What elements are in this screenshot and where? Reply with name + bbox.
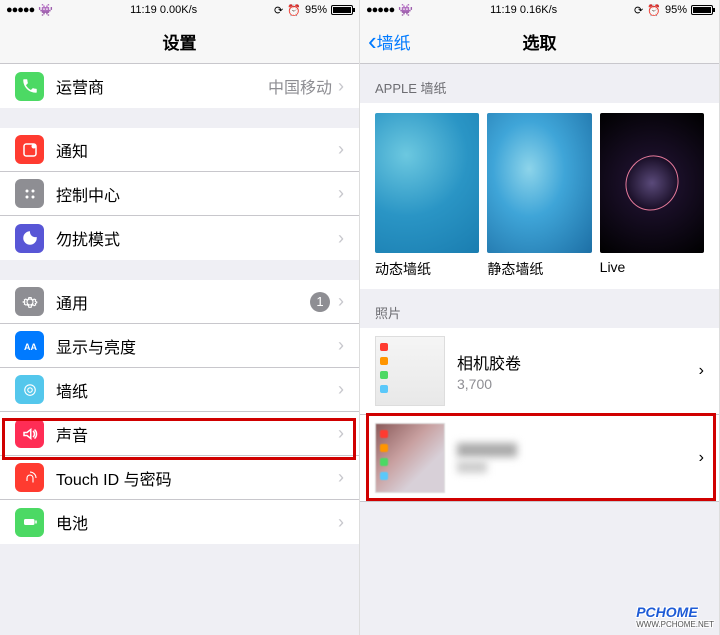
- signal-dots: ●●●●●: [366, 4, 394, 16]
- row-sound[interactable]: 声音 ›: [0, 412, 359, 456]
- chevron-right-icon: ›: [338, 335, 344, 356]
- camera-roll-title: 相机胶卷: [457, 350, 699, 374]
- moon-icon: [15, 224, 44, 253]
- row-display[interactable]: AA 显示与亮度 ›: [0, 324, 359, 368]
- row-album[interactable]: ›: [360, 415, 719, 502]
- battery-icon: [331, 5, 353, 15]
- watermark: PCHOME WWW.PCHOME.NET: [636, 604, 714, 629]
- notification-icon: [15, 135, 44, 164]
- lock-icon: ⟳: [634, 4, 643, 17]
- album-count: [457, 461, 487, 473]
- gear-icon: [15, 287, 44, 316]
- control-center-icon: [15, 179, 44, 208]
- nav-bar: 设置: [0, 20, 359, 64]
- chevron-right-icon: ›: [338, 467, 344, 488]
- row-battery[interactable]: 电池 ›: [0, 500, 359, 544]
- ctrl-label: 控制中心: [56, 182, 338, 206]
- notif-label: 通知: [56, 138, 338, 162]
- chevron-right-icon: ›: [338, 183, 344, 204]
- chevron-left-icon: ‹: [368, 26, 377, 57]
- sound-icon: [15, 419, 44, 448]
- general-badge: 1: [310, 292, 330, 312]
- album-title: [457, 443, 517, 457]
- carrier-label: 运营商: [56, 74, 268, 98]
- battery-pct: 95%: [305, 4, 327, 16]
- status-bar: ●●●●● 👾 11:19 0.00K/s ⟳ ⏰ 95%: [0, 0, 359, 20]
- apple-wallpapers: 动态墙纸 静态墙纸 Live: [360, 103, 719, 289]
- nav-bar: ‹ 墙纸 选取: [360, 20, 719, 64]
- page-title: 选取: [523, 29, 557, 54]
- status-speed: 0.16K/s: [520, 4, 557, 16]
- sound-label: 声音: [56, 422, 338, 446]
- battery-icon: [691, 5, 713, 15]
- status-speed: 0.00K/s: [160, 4, 197, 16]
- row-wallpaper[interactable]: 墙纸 ›: [0, 368, 359, 412]
- wp-static[interactable]: 静态墙纸: [487, 113, 591, 289]
- lock-icon: ⟳: [274, 4, 283, 17]
- chevron-right-icon: ›: [338, 139, 344, 160]
- back-button[interactable]: ‹ 墙纸: [368, 26, 411, 57]
- row-notifications[interactable]: 通知 ›: [0, 128, 359, 172]
- general-label: 通用: [56, 290, 310, 314]
- carrier-value: 中国移动: [268, 74, 332, 98]
- alarm-icon: ⏰: [647, 4, 661, 17]
- back-label: 墙纸: [377, 29, 411, 54]
- settings-list[interactable]: 运营商 中国移动 › 通知 › 控制中心 › 勿扰模式 ›: [0, 64, 359, 635]
- chevron-right-icon: ›: [699, 362, 704, 380]
- alarm-icon: ⏰: [287, 4, 301, 17]
- wp-dynamic[interactable]: 动态墙纸: [375, 113, 479, 289]
- fingerprint-icon: [15, 463, 44, 492]
- choose-content[interactable]: APPLE 墙纸 动态墙纸 静态墙纸 Live 照片 相机胶卷 3,700 ›: [360, 64, 719, 635]
- wp-live[interactable]: Live: [600, 113, 704, 289]
- chevron-right-icon: ›: [338, 379, 344, 400]
- carrier-icon: 👾: [398, 3, 413, 17]
- camera-roll-thumb: [375, 336, 445, 406]
- row-general[interactable]: 通用 1 ›: [0, 280, 359, 324]
- phone-icon: [15, 72, 44, 101]
- status-bar: ●●●●● 👾 11:19 0.16K/s ⟳ ⏰ 95%: [360, 0, 719, 20]
- chevron-right-icon: ›: [338, 76, 344, 97]
- dynamic-label: 动态墙纸: [375, 259, 479, 289]
- row-control-center[interactable]: 控制中心 ›: [0, 172, 359, 216]
- status-time: 11:19: [490, 4, 517, 16]
- touchid-label: Touch ID 与密码: [56, 466, 338, 490]
- battery-pct: 95%: [665, 4, 687, 16]
- status-time: 11:19: [130, 4, 157, 16]
- album-thumb: [375, 423, 445, 493]
- row-carrier[interactable]: 运营商 中国移动 ›: [0, 64, 359, 108]
- watermark-main: PCHOME: [636, 604, 697, 620]
- live-thumb: [600, 113, 704, 253]
- display-icon: AA: [15, 331, 44, 360]
- camera-roll-count: 3,700: [457, 376, 699, 392]
- static-thumb: [487, 113, 591, 253]
- svg-text:AA: AA: [24, 341, 37, 351]
- carrier-icon: 👾: [38, 3, 53, 17]
- page-title: 设置: [163, 29, 197, 54]
- battery-row-icon: [15, 508, 44, 537]
- section-apple-header: APPLE 墙纸: [360, 64, 719, 103]
- settings-screen: ●●●●● 👾 11:19 0.00K/s ⟳ ⏰ 95% 设置 运营商 中国移…: [0, 0, 360, 635]
- chevron-right-icon: ›: [338, 228, 344, 249]
- signal-dots: ●●●●●: [6, 4, 34, 16]
- chevron-right-icon: ›: [338, 512, 344, 533]
- battery-label: 电池: [56, 510, 338, 534]
- row-camera-roll[interactable]: 相机胶卷 3,700 ›: [360, 328, 719, 415]
- display-label: 显示与亮度: [56, 334, 338, 358]
- chevron-right-icon: ›: [338, 291, 344, 312]
- dynamic-thumb: [375, 113, 479, 253]
- row-dnd[interactable]: 勿扰模式 ›: [0, 216, 359, 260]
- wallpaper-choose-screen: ●●●●● 👾 11:19 0.16K/s ⟳ ⏰ 95% ‹ 墙纸 选取 AP…: [360, 0, 720, 635]
- live-label: Live: [600, 259, 704, 285]
- wallpaper-label: 墙纸: [56, 378, 338, 402]
- wallpaper-icon: [15, 375, 44, 404]
- watermark-sub: WWW.PCHOME.NET: [636, 620, 714, 629]
- section-photos-header: 照片: [360, 289, 719, 328]
- chevron-right-icon: ›: [699, 449, 704, 467]
- row-touchid[interactable]: Touch ID 与密码 ›: [0, 456, 359, 500]
- chevron-right-icon: ›: [338, 423, 344, 444]
- dnd-label: 勿扰模式: [56, 226, 338, 250]
- static-label: 静态墙纸: [487, 259, 591, 289]
